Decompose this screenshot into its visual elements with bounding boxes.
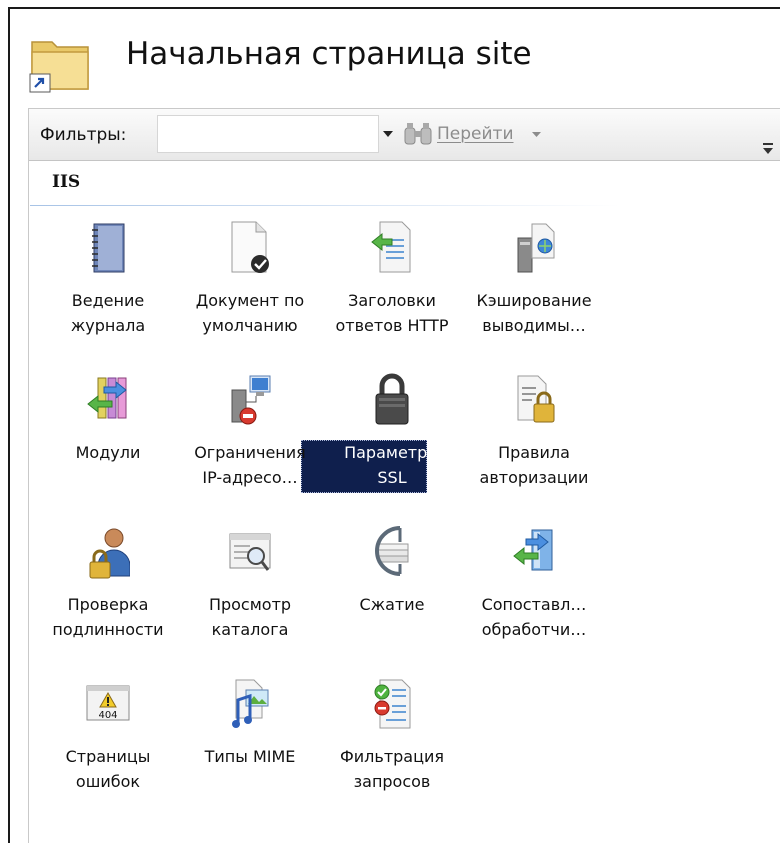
feature-handler-mappings[interactable]: Сопоставл… обработчи…	[466, 516, 602, 676]
feature-http-headers[interactable]: Заголовки ответов HTTP	[324, 212, 460, 372]
request-filtering-icon	[374, 679, 411, 729]
feature-label: Типы MIME	[204, 747, 296, 766]
feature-label: Страницы ошибок	[65, 747, 151, 791]
feature-label: Сопоставл… обработчи…	[481, 595, 587, 639]
feature-label: Документ по умолчанию	[195, 291, 305, 335]
directory-browsing-icon	[229, 533, 271, 571]
feature-label: Кэширование выводимы…	[476, 291, 592, 335]
group-title: IIS	[52, 172, 81, 192]
mime-types-icon	[232, 679, 269, 728]
http-response-headers-icon	[371, 221, 411, 273]
feature-authentication[interactable]: Проверка подлинности	[40, 516, 176, 676]
page-header: Начальная страница site	[22, 22, 762, 97]
feature-label: Параметры SSL	[344, 443, 440, 487]
folder-icon	[29, 41, 89, 93]
filter-dropdown-button[interactable]	[379, 115, 397, 153]
feature-label: Правила авторизации	[479, 443, 589, 487]
default-document-icon	[231, 221, 269, 273]
overflow-chevron-icon[interactable]	[762, 141, 774, 155]
go-label: Перейти	[437, 124, 514, 144]
feature-label: Фильтрация запросов	[339, 747, 445, 791]
page-title: Начальная страница site	[126, 36, 532, 72]
error-pages-icon: 404	[86, 685, 130, 721]
feature-label: Заголовки ответов HTTP	[335, 291, 449, 335]
feature-label: Просмотр каталога	[208, 595, 292, 639]
chevron-down-icon	[383, 131, 393, 137]
handler-mappings-icon	[513, 529, 553, 571]
feature-label: Модули	[75, 443, 141, 462]
feature-label: Ведение журнала	[70, 291, 146, 335]
feature-logging[interactable]: Ведение журнала	[40, 212, 176, 372]
feature-label: Проверка подлинности	[52, 595, 164, 639]
feature-ip-restrictions[interactable]: Ограничения IP-адресо…	[182, 364, 318, 524]
feature-label: Сжатие	[359, 595, 425, 614]
modules-icon	[87, 377, 127, 419]
feature-label: Ограничения IP-адресо…	[194, 443, 306, 487]
feature-compression[interactable]: Сжатие	[324, 516, 460, 676]
feature-authorization-rules[interactable]: Правила авторизации	[466, 364, 602, 524]
group-divider	[30, 205, 620, 206]
authorization-rules-icon	[517, 375, 555, 423]
compression-icon	[375, 526, 409, 576]
go-button[interactable]: Перейти	[403, 118, 541, 150]
ssl-lock-icon	[375, 373, 409, 425]
feature-default-document[interactable]: Документ по умолчанию	[182, 212, 318, 372]
output-caching-icon	[517, 223, 555, 273]
feature-modules[interactable]: Модули	[40, 364, 176, 524]
feature-ssl-settings[interactable]: Параметры SSL	[324, 364, 460, 524]
error-code-text: 404	[98, 710, 117, 721]
chevron-down-icon[interactable]	[531, 131, 541, 137]
feature-request-filtering[interactable]: Фильтрация запросов	[324, 668, 460, 828]
filters-label: Фильтры:	[40, 125, 127, 145]
feature-output-caching[interactable]: Кэширование выводимы…	[466, 212, 602, 372]
authentication-icon	[89, 528, 130, 579]
ip-restrictions-icon	[231, 375, 271, 425]
logging-notebook-icon	[92, 223, 125, 273]
filter-toolbar: Фильтры: Перейти	[29, 109, 780, 161]
feature-mime-types[interactable]: Типы MIME	[182, 668, 318, 828]
filter-input[interactable]	[157, 115, 379, 153]
feature-error-pages[interactable]: 404 Страницы ошибок	[40, 668, 176, 828]
binoculars-icon	[404, 123, 432, 145]
feature-directory-browsing[interactable]: Просмотр каталога	[182, 516, 318, 676]
